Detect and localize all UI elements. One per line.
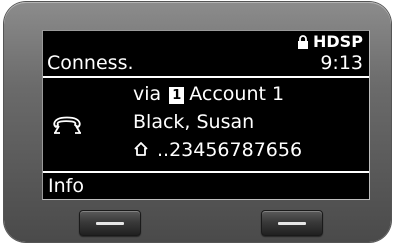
- caller-line: Black, Susan: [133, 111, 254, 133]
- right-softkey-button[interactable]: [261, 210, 323, 236]
- hdsp-logo: HDSP: [313, 32, 363, 51]
- call-state-title: Conness.: [47, 52, 134, 74]
- clock-time: 9:13: [320, 52, 363, 74]
- home-icon: [134, 142, 148, 156]
- caller-number: ..23456787656: [157, 139, 303, 161]
- via-label: via: [133, 83, 162, 105]
- caller-name: Black, Susan: [133, 111, 255, 133]
- left-softkey-bar: [96, 222, 124, 225]
- left-softkey-button[interactable]: [79, 210, 141, 236]
- call-info: via 1 Account 1 Black, Susan ..2345678765…: [43, 78, 369, 171]
- account-name: Account 1: [189, 83, 285, 105]
- account-line: via 1 Account 1: [133, 83, 284, 105]
- handset-icon: [53, 116, 81, 134]
- display-screen: Conness. HDSP 9:13 via 1 Account 1 Black,…: [42, 30, 370, 200]
- status-bar: Conness. HDSP 9:13: [43, 31, 369, 75]
- right-softkey-bar: [278, 222, 306, 225]
- account-number-badge: 1: [169, 87, 185, 104]
- softkey-bar: Info: [43, 173, 369, 199]
- number-line: ..23456787656: [133, 139, 302, 161]
- lock-icon: [298, 35, 308, 49]
- phone-device: Conness. HDSP 9:13 via 1 Account 1 Black,…: [4, 2, 391, 242]
- softkey-left-label[interactable]: Info: [48, 175, 84, 197]
